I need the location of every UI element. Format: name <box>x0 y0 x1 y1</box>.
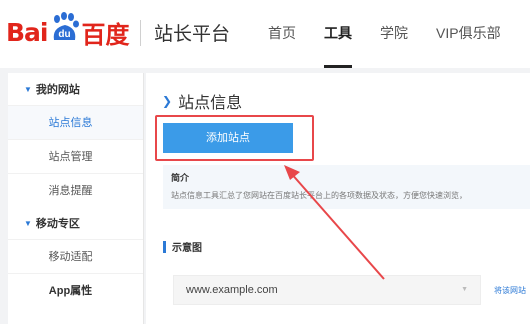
section-title-text: 示意图 <box>172 243 202 254</box>
site-url-value: www.example.com <box>186 284 278 296</box>
paw-logo-icon: du <box>49 12 81 44</box>
site-url-select[interactable]: www.example.com ▼ <box>173 275 481 305</box>
sidebar-group-my-sites[interactable]: ▼ 我的网站 <box>8 73 143 105</box>
top-nav: 首页 工具 学院 VIP俱乐部 <box>254 0 515 68</box>
header-divider <box>140 20 141 46</box>
sidebar-group-label: 我的网站 <box>35 84 80 96</box>
baidu-logo[interactable]: Bai du 百度 <box>6 10 130 54</box>
site-name: 站长平台 <box>154 24 231 45</box>
sidebar-item-site-management[interactable]: 站点管理 <box>8 139 143 173</box>
sidebar-group-mobile[interactable]: ▼ 移动专区 <box>8 207 143 239</box>
sidebar-item-app-properties[interactable]: App属性 <box>8 273 143 307</box>
nav-vip-club[interactable]: VIP俱乐部 <box>422 0 515 68</box>
nav-home[interactable]: 首页 <box>254 0 310 68</box>
sidebar: ▼ 我的网站 站点信息 站点管理 消息提醒 ▼ 移动专区 移动适配 App属性 <box>8 73 144 324</box>
logo-text-bai: Bai <box>6 17 48 47</box>
dropdown-arrow-icon: ▼ <box>461 286 468 293</box>
section-title: 示意图 <box>163 239 202 254</box>
sidebar-item-message-alerts[interactable]: 消息提醒 <box>8 173 143 207</box>
sidebar-item-site-info[interactable]: 站点信息 <box>8 105 143 139</box>
chevron-down-icon: ❯ <box>162 94 173 108</box>
page-title: ❯ 站点信息 <box>162 89 242 113</box>
side-link[interactable]: 将该网站 <box>494 285 526 296</box>
intro-text: 站点信息工具汇总了您网站在百度站长平台上的各项数据及状态，方便您快速浏览， <box>171 191 467 200</box>
caret-down-icon: ▼ <box>24 218 32 228</box>
sidebar-item-mobile-adaptation[interactable]: 移动适配 <box>8 239 143 273</box>
section-marker <box>163 240 166 253</box>
top-header: Bai du 百度 站长平台 首页 工具 学院 VIP俱乐部 <box>0 0 530 68</box>
page-title-text: 站点信息 <box>178 95 243 112</box>
caret-down-icon: ▼ <box>24 84 32 94</box>
intro-panel: 简介 站点信息工具汇总了您网站在百度站长平台上的各项数据及状态，方便您快速浏览， <box>163 165 530 209</box>
svg-text:du: du <box>58 29 70 40</box>
logo-text-baidu: 百度 <box>81 21 130 49</box>
add-site-button[interactable]: 添加站点 <box>163 123 293 153</box>
sidebar-group-label: 移动专区 <box>35 218 80 230</box>
nav-academy[interactable]: 学院 <box>366 0 422 68</box>
main-content: ❯ 站点信息 添加站点 简介 站点信息工具汇总了您网站在百度站长平台上的各项数据… <box>146 73 530 324</box>
nav-tools[interactable]: 工具 <box>310 0 366 68</box>
intro-title: 简介 <box>171 173 190 183</box>
